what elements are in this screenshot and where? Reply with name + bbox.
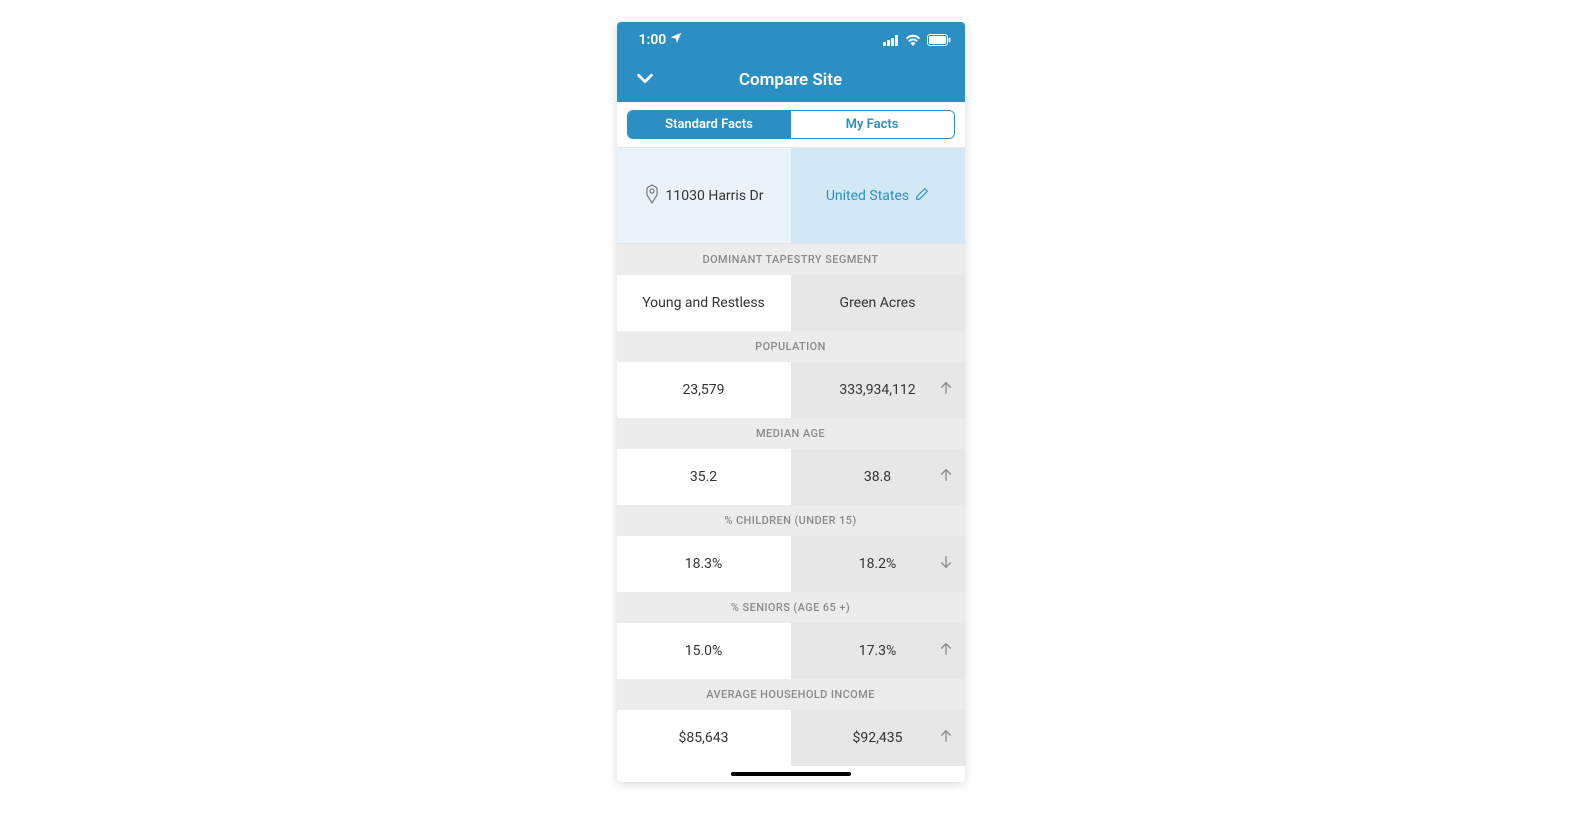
location-services-icon <box>670 32 682 48</box>
data-row: $85,643 $92,435 <box>617 710 965 766</box>
compare-value: $92,435 <box>853 730 903 746</box>
data-row: 35.2 38.8 <box>617 449 965 505</box>
nav-bar: Compare Site <box>617 58 965 102</box>
trend-down-icon <box>939 555 953 573</box>
site-value-cell: Young and Restless <box>617 275 791 331</box>
battery-icon <box>927 34 951 46</box>
compare-value-cell: 333,934,112 <box>791 362 965 418</box>
collapse-button[interactable] <box>625 58 665 102</box>
tab-my-facts[interactable]: My Facts <box>791 111 954 138</box>
segmented-control-container: Standard Facts My Facts <box>617 102 965 148</box>
edit-icon <box>915 187 929 205</box>
status-left: 1:00 <box>639 32 683 48</box>
home-indicator[interactable] <box>731 772 851 776</box>
compare-value-cell: 38.8 <box>791 449 965 505</box>
trend-up-icon <box>939 642 953 660</box>
status-time: 1:00 <box>639 32 667 48</box>
section-header: MEDIAN AGE <box>617 418 965 449</box>
site-value-cell: 15.0% <box>617 623 791 679</box>
section-header: AVERAGE HOUSEHOLD INCOME <box>617 679 965 710</box>
data-row: Young and Restless Green Acres <box>617 275 965 331</box>
site-location-cell: 11030 Harris Dr <box>617 148 791 243</box>
chevron-down-icon <box>634 67 656 93</box>
site-value: $85,643 <box>679 730 729 746</box>
page-title: Compare Site <box>739 70 842 90</box>
section-header: % SENIORS (AGE 65 +) <box>617 592 965 623</box>
data-row: 15.0% 17.3% <box>617 623 965 679</box>
phone-frame: 1:00 <box>617 22 965 782</box>
content-scroll[interactable]: 11030 Harris Dr United States DOMINANT T… <box>617 148 965 782</box>
site-value-cell: $85,643 <box>617 710 791 766</box>
tab-standard-facts[interactable]: Standard Facts <box>628 111 791 138</box>
data-row: 23,579 333,934,112 <box>617 362 965 418</box>
compare-value-cell: Green Acres <box>791 275 965 331</box>
section-header: % CHILDREN (UNDER 15) <box>617 505 965 536</box>
section-header: DOMINANT TAPESTRY SEGMENT <box>617 244 965 275</box>
compare-value: Green Acres <box>840 295 916 311</box>
site-value-cell: 35.2 <box>617 449 791 505</box>
site-value-cell: 23,579 <box>617 362 791 418</box>
trend-up-icon <box>939 468 953 486</box>
compare-value: 333,934,112 <box>839 382 915 398</box>
site-value: 15.0% <box>685 643 723 659</box>
site-value: 23,579 <box>682 382 724 398</box>
status-right <box>883 34 951 46</box>
site-value-cell: 18.3% <box>617 536 791 592</box>
trend-up-icon <box>939 381 953 399</box>
compare-value-cell: 17.3% <box>791 623 965 679</box>
comparison-sections: DOMINANT TAPESTRY SEGMENTYoung and Restl… <box>617 244 965 766</box>
site-location-label: 11030 Harris Dr <box>666 188 764 204</box>
compare-value-cell: $92,435 <box>791 710 965 766</box>
compare-value: 38.8 <box>864 469 891 485</box>
compare-location-label: United States <box>826 188 909 204</box>
cellular-signal-icon <box>883 35 899 46</box>
status-bar: 1:00 <box>617 22 965 58</box>
compare-value: 18.2% <box>859 556 897 572</box>
wifi-icon <box>905 34 921 46</box>
data-row: 18.3% 18.2% <box>617 536 965 592</box>
trend-up-icon <box>939 729 953 747</box>
section-header: POPULATION <box>617 331 965 362</box>
segmented-control: Standard Facts My Facts <box>627 110 955 139</box>
site-value: 18.3% <box>685 556 723 572</box>
pin-icon <box>644 184 660 208</box>
compare-value-cell: 18.2% <box>791 536 965 592</box>
compare-value: 17.3% <box>859 643 897 659</box>
compare-location-cell[interactable]: United States <box>791 148 965 243</box>
site-value: 35.2 <box>690 469 717 485</box>
site-value: Young and Restless <box>642 295 765 311</box>
location-comparison-header: 11030 Harris Dr United States <box>617 148 965 244</box>
